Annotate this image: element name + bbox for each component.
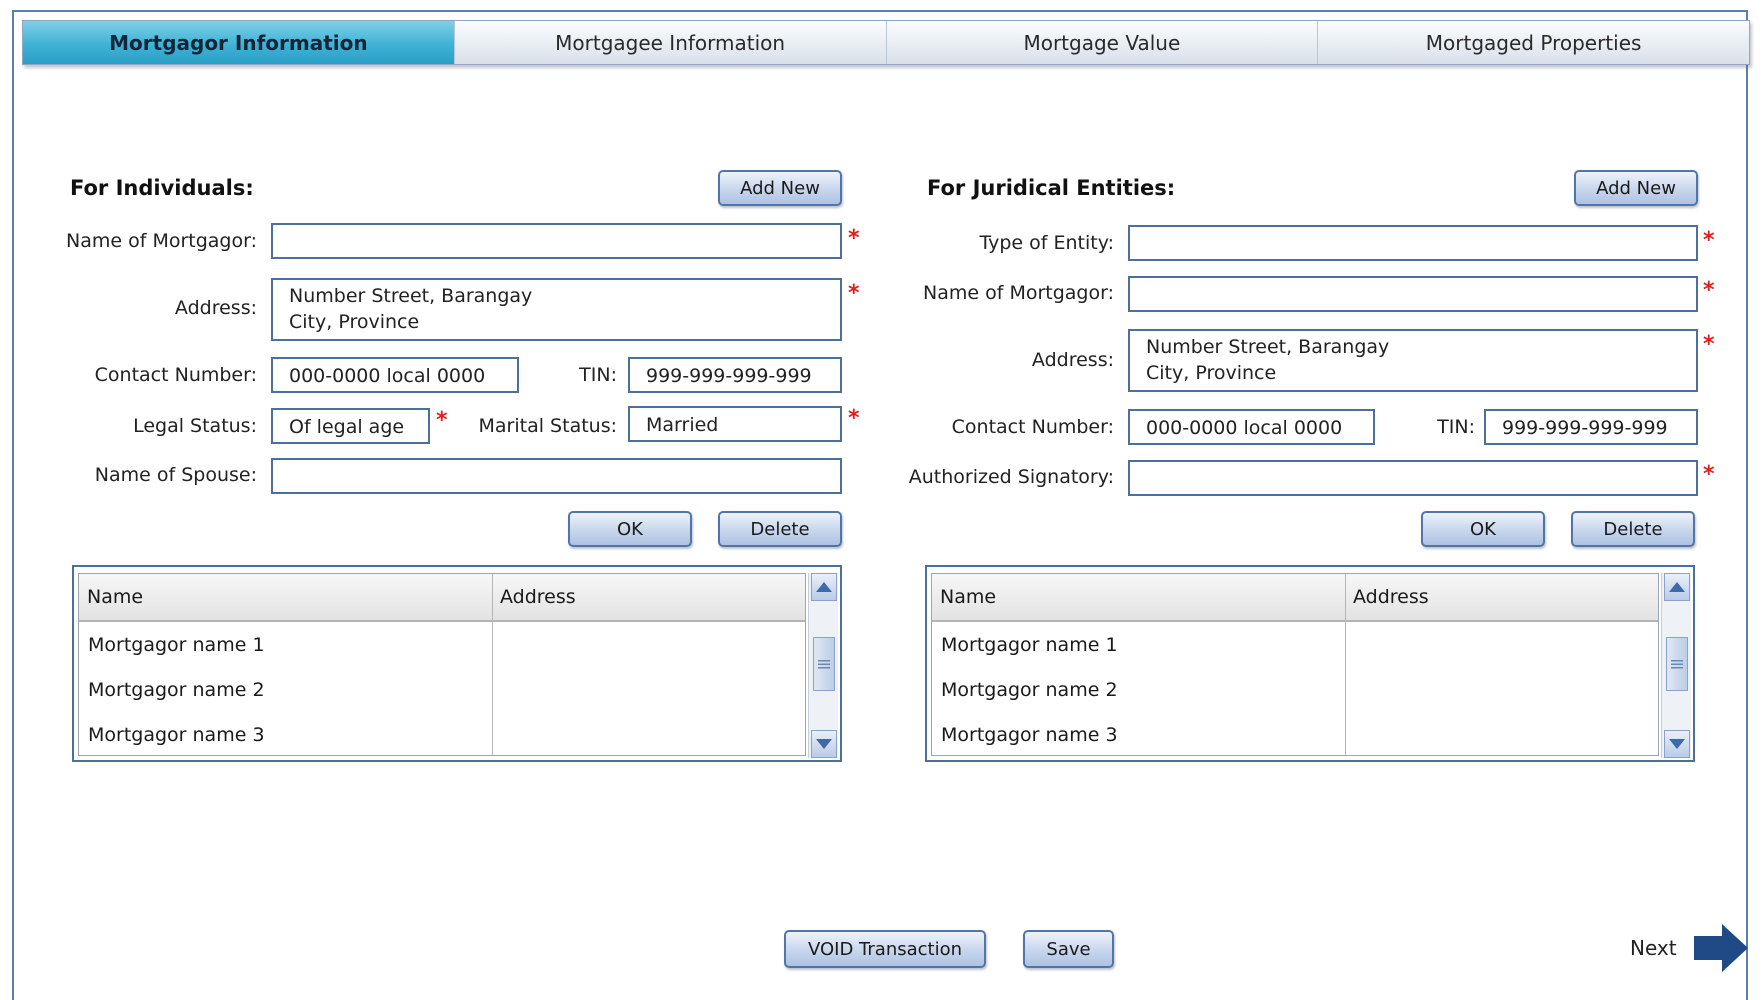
individuals-tin-field[interactable]: 999-999-999-999 (628, 357, 842, 393)
individuals-legal-status-label: Legal Status: (133, 415, 257, 437)
required-marker: * (1703, 228, 1715, 253)
required-marker: * (848, 406, 860, 431)
individuals-name-field[interactable] (271, 223, 842, 259)
individuals-address-field[interactable]: Number Street, Barangay City, Province (271, 278, 842, 341)
individuals-spouse-field[interactable] (271, 458, 842, 494)
individuals-address-label: Address: (174, 297, 257, 319)
individuals-name-label: Name of Mortgagor: (66, 230, 257, 252)
juridical-address-field[interactable]: Number Street, Barangay City, Province (1128, 329, 1698, 392)
scroll-down-icon[interactable] (1664, 730, 1690, 758)
scroll-up-icon[interactable] (811, 573, 837, 601)
juridical-signatory-label: Authorized Signatory: (908, 466, 1114, 488)
scroll-up-icon[interactable] (1664, 573, 1690, 601)
column-header-name[interactable]: Name (932, 574, 1345, 620)
scroll-thumb[interactable] (1666, 637, 1688, 691)
table-header: Name Address (932, 574, 1658, 622)
individuals-add-new-button[interactable]: Add New (718, 170, 842, 206)
juridical-table: Name Address Mortgagor name 1 Mortgagor … (925, 565, 1695, 762)
individuals-scrollbar[interactable] (808, 573, 838, 758)
individuals-spouse-label: Name of Spouse: (94, 464, 257, 486)
column-header-name[interactable]: Name (79, 574, 492, 620)
required-marker: * (1703, 462, 1715, 487)
individuals-table: Name Address Mortgagor name 1 Mortgagor … (72, 565, 842, 762)
juridical-type-field[interactable] (1128, 225, 1698, 261)
tab-bar: Mortgagor Information Mortgagee Informat… (22, 20, 1750, 65)
juridical-name-label: Name of Mortgagor: (923, 282, 1114, 304)
save-button[interactable]: Save (1023, 930, 1114, 968)
required-marker: * (1703, 332, 1715, 357)
required-marker: * (1703, 278, 1715, 303)
juridical-address-label: Address: (1031, 349, 1114, 371)
table-row[interactable]: Mortgagor name 1 (88, 634, 265, 656)
juridical-scrollbar[interactable] (1661, 573, 1691, 758)
tab-mortgagee-information[interactable]: Mortgagee Information (454, 21, 887, 64)
scroll-thumb[interactable] (813, 637, 835, 691)
juridical-contact-field[interactable]: 000-0000 local 0000 (1128, 409, 1375, 445)
required-marker: * (848, 281, 860, 306)
column-divider (1345, 574, 1346, 755)
juridical-name-field[interactable] (1128, 276, 1698, 312)
next-label[interactable]: Next (1630, 936, 1677, 960)
column-header-address[interactable]: Address (492, 574, 805, 620)
void-transaction-button[interactable]: VOID Transaction (784, 930, 986, 968)
table-row[interactable]: Mortgagor name 3 (941, 724, 1118, 746)
juridical-tin-label: TIN: (1437, 416, 1475, 438)
column-header-address[interactable]: Address (1345, 574, 1658, 620)
individuals-ok-button[interactable]: OK (568, 511, 692, 547)
individuals-contact-label: Contact Number: (94, 364, 257, 386)
table-row[interactable]: Mortgagor name 2 (941, 679, 1118, 701)
column-divider (492, 574, 493, 755)
tab-mortgagor-information[interactable]: Mortgagor Information (23, 21, 455, 64)
window-frame (12, 10, 1748, 1000)
individuals-heading: For Individuals: (70, 176, 254, 200)
juridical-ok-button[interactable]: OK (1421, 511, 1545, 547)
juridical-table-body: Name Address Mortgagor name 1 Mortgagor … (931, 573, 1659, 756)
juridical-type-label: Type of Entity: (979, 232, 1114, 254)
tab-mortgage-value[interactable]: Mortgage Value (886, 21, 1319, 64)
individuals-table-body: Name Address Mortgagor name 1 Mortgagor … (78, 573, 806, 756)
required-marker: * (436, 408, 448, 433)
table-row[interactable]: Mortgagor name 2 (88, 679, 265, 701)
juridical-heading: For Juridical Entities: (927, 176, 1176, 200)
individuals-marital-status-field[interactable]: Married (628, 406, 842, 442)
individuals-delete-button[interactable]: Delete (718, 511, 842, 547)
juridical-delete-button[interactable]: Delete (1571, 511, 1695, 547)
juridical-contact-label: Contact Number: (951, 416, 1114, 438)
scroll-down-icon[interactable] (811, 730, 837, 758)
individuals-contact-field[interactable]: 000-0000 local 0000 (271, 357, 519, 393)
juridical-add-new-button[interactable]: Add New (1574, 170, 1698, 206)
individuals-legal-status-field[interactable]: Of legal age (271, 408, 430, 444)
required-marker: * (848, 226, 860, 251)
individuals-tin-label: TIN: (579, 364, 617, 386)
table-header: Name Address (79, 574, 805, 622)
next-arrow-icon[interactable] (1692, 922, 1750, 978)
juridical-tin-field[interactable]: 999-999-999-999 (1484, 409, 1698, 445)
tab-mortgaged-properties[interactable]: Mortgaged Properties (1318, 21, 1749, 64)
individuals-marital-status-label: Marital Status: (478, 415, 617, 437)
table-row[interactable]: Mortgagor name 1 (941, 634, 1118, 656)
juridical-signatory-field[interactable] (1128, 460, 1698, 496)
table-row[interactable]: Mortgagor name 3 (88, 724, 265, 746)
